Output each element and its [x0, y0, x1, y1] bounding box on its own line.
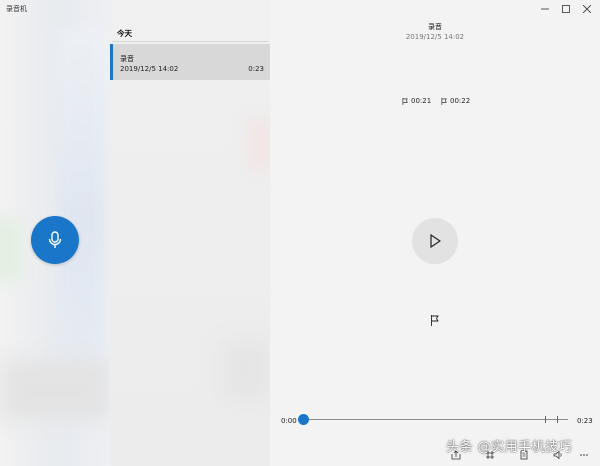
marker-item[interactable]: 00:22: [441, 97, 470, 105]
marker-tick: [556, 416, 558, 423]
maximize-button[interactable]: [555, 2, 577, 16]
watermark-text: 头条 @实用手机技巧: [446, 440, 573, 455]
recording-duration: 0:23: [248, 65, 264, 73]
background-blur: [0, 360, 110, 420]
marker-tick: [544, 416, 546, 423]
total-time: 0:23: [577, 417, 593, 425]
divider: [112, 41, 268, 42]
marker-time: 00:22: [450, 97, 471, 105]
title-bar: 录音机: [0, 0, 600, 18]
selection-indicator: [110, 44, 113, 80]
play-button[interactable]: [412, 218, 458, 264]
record-button[interactable]: [31, 216, 79, 264]
more-button[interactable]: [578, 449, 590, 461]
app-title: 录音机: [6, 5, 27, 13]
background-blur: [250, 120, 270, 170]
flag-icon: [441, 97, 447, 105]
recording-date: 2019/12/5 14:02: [120, 65, 179, 73]
flag-icon: [402, 97, 408, 105]
recording-detail-title: 录音: [428, 23, 442, 31]
background-blur: [0, 220, 20, 280]
seek-thumb[interactable]: [297, 414, 309, 425]
marker-time: 00:21: [411, 97, 432, 105]
recording-detail-date: 2019/12/5 14:02: [405, 33, 465, 41]
microphone-icon: [48, 231, 62, 248]
group-header-today: 今天: [117, 29, 132, 38]
more-icon: [580, 454, 588, 456]
current-time: 0:00: [281, 417, 297, 425]
maximize-icon: [562, 5, 570, 13]
minimize-icon: [541, 8, 549, 10]
recording-title: 录音: [120, 55, 134, 63]
close-icon: [583, 5, 591, 13]
add-marker-button[interactable]: [428, 313, 442, 327]
seek-track[interactable]: [303, 419, 568, 420]
minimize-button[interactable]: [534, 2, 556, 16]
recording-list-item[interactable]: 录音 2019/12/5 14:02 0:23: [110, 44, 270, 80]
close-button[interactable]: [576, 2, 598, 16]
play-icon: [430, 234, 441, 248]
marker-item[interactable]: 00:21: [402, 97, 431, 105]
background-blur: [222, 340, 270, 400]
flag-icon: [431, 314, 439, 326]
